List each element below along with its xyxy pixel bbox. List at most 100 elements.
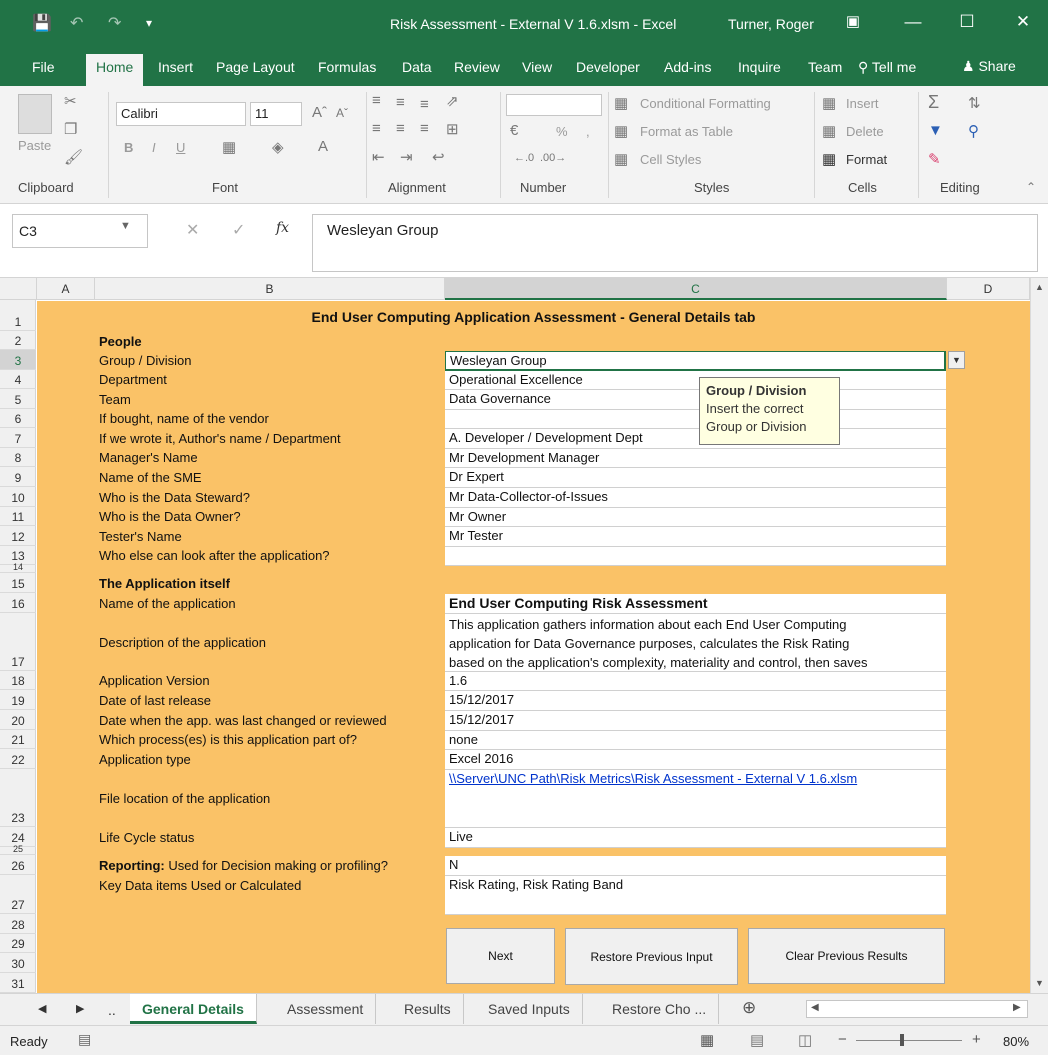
save-icon[interactable]: 💾 [32,13,52,33]
row-header[interactable]: 25 [0,845,36,855]
last-release-cell[interactable]: 15/12/2017 [445,691,946,711]
conditional-formatting-button[interactable]: Conditional Formatting [640,96,771,111]
row-header[interactable]: 22 [0,749,36,769]
underline-button[interactable]: U [176,140,185,155]
dropdown-arrow-icon[interactable]: ▼ [948,351,965,369]
row-header[interactable]: 15 [0,573,36,593]
tab-file[interactable]: File [32,59,55,75]
tab-add-ins[interactable]: Add-ins [664,59,711,75]
zoom-slider-thumb[interactable] [900,1034,904,1046]
backup-cell[interactable] [445,547,946,566]
row-header[interactable]: 4 [0,370,36,389]
format-painter-icon[interactable]: 🖌 [64,148,83,166]
find-select-icon[interactable]: ⚲ [968,122,979,140]
row-header[interactable]: 6 [0,409,36,428]
user-name[interactable]: Turner, Roger [728,16,814,32]
data-owner-cell[interactable]: Mr Owner [445,508,946,527]
group-division-cell[interactable]: Wesleyan Group [445,351,946,371]
zoom-out-icon[interactable]: − [838,1031,847,1048]
collapse-ribbon-icon[interactable]: ⌃ [1026,180,1036,194]
percent-button[interactable]: % [556,124,568,139]
bold-button[interactable]: B [124,140,133,155]
align-right-icon[interactable]: ≡ [420,120,429,137]
tab-restore-choice[interactable]: Restore Cho ... [600,994,720,1024]
cut-icon[interactable]: ✂ [64,92,77,110]
decrease-decimal-icon[interactable]: .00→ [540,152,566,164]
tab-general-details[interactable]: General Details [130,994,257,1024]
row-header[interactable]: 18 [0,671,36,690]
scroll-tabs-left-icon[interactable]: ◀ [38,1002,46,1015]
align-middle-icon[interactable]: ≡ [396,94,405,111]
select-all-corner[interactable] [0,278,37,300]
row-header[interactable]: 14 [0,563,36,573]
app-version-cell[interactable]: 1.6 [445,672,946,691]
insert-function-icon[interactable]: fx [276,220,289,236]
tab-developer[interactable]: Developer [576,59,640,75]
process-cell[interactable]: none [445,731,946,750]
formula-input[interactable]: Wesleyan Group [312,214,1038,272]
align-bottom-icon[interactable]: ≡ [420,96,429,113]
column-header-d[interactable]: D [947,278,1030,300]
tab-page-layout[interactable]: Page Layout [216,59,295,75]
row-header[interactable]: 12 [0,526,36,546]
currency-icon[interactable]: € [510,122,518,139]
next-button[interactable]: Next [446,928,555,984]
italic-button[interactable]: I [152,140,156,155]
tab-home[interactable]: Home [86,54,144,86]
row-header[interactable]: 17 [0,613,36,671]
paste-button[interactable]: Paste [18,138,51,153]
row-header[interactable]: 11 [0,507,36,526]
sort-filter-icon[interactable]: ⇅ [968,94,981,112]
merge-center-icon[interactable]: ⊞ [446,120,459,138]
column-header-a[interactable]: A [37,278,95,300]
row-header[interactable]: 7 [0,428,36,448]
tab-team[interactable]: Team [808,59,842,75]
number-format-select[interactable] [506,94,602,116]
row-header[interactable]: 23 [0,769,36,827]
row-header[interactable]: 10 [0,487,36,507]
align-left-icon[interactable]: ≡ [372,120,381,137]
app-type-cell[interactable]: Excel 2016 [445,750,946,770]
restore-previous-input-button[interactable]: Restore Previous Input [565,928,738,985]
tab-review[interactable]: Review [454,59,500,75]
column-header-c[interactable]: C [445,278,947,300]
align-top-icon[interactable]: ≡ [372,92,381,109]
manager-cell[interactable]: Mr Development Manager [445,449,946,468]
font-color-icon[interactable]: A [318,138,328,155]
format-cells-button[interactable]: Format [846,152,887,167]
redo-icon[interactable]: ↷ [108,13,121,33]
row-header[interactable]: 3 [0,350,36,370]
zoom-level[interactable]: 80% [1003,1034,1029,1049]
font-size-select[interactable]: 11 [250,102,302,126]
row-header[interactable]: 31 [0,973,36,993]
increase-decimal-icon[interactable]: ←.0 [514,152,534,164]
clear-previous-results-button[interactable]: Clear Previous Results [748,928,945,984]
tester-cell[interactable]: Mr Tester [445,527,946,547]
row-header[interactable]: 9 [0,467,36,487]
data-steward-cell[interactable]: Mr Data-Collector-of-Issues [445,488,946,508]
scroll-up-icon[interactable]: ▲ [1035,282,1044,292]
new-sheet-icon[interactable]: ⊕ [742,998,756,1018]
align-center-icon[interactable]: ≡ [396,120,405,137]
app-description-cell[interactable]: This application gathers information abo… [445,614,946,672]
tab-results[interactable]: Results [392,994,464,1024]
wrap-text-icon[interactable]: ↩ [432,148,445,166]
column-header-b[interactable]: B [95,278,445,300]
maximize-icon[interactable]: ☐ [952,12,982,32]
row-header[interactable]: 8 [0,448,36,467]
zoom-in-icon[interactable]: + [972,1031,981,1048]
fill-icon[interactable]: ▼ [928,122,943,139]
cell-styles-button[interactable]: Cell Styles [640,152,701,167]
customize-qat-icon[interactable]: ▾ [146,16,152,30]
row-header[interactable]: 2 [0,331,36,350]
scroll-down-icon[interactable]: ▼ [1035,978,1044,988]
tab-formulas[interactable]: Formulas [318,59,376,75]
increase-indent-icon[interactable]: ⇥ [400,148,413,166]
sme-cell[interactable]: Dr Expert [445,468,946,488]
more-tabs-left[interactable]: .. [108,1002,116,1018]
normal-view-icon[interactable]: ▦ [700,1031,714,1049]
scroll-tabs-right-icon[interactable]: ▶ [76,1002,84,1015]
team-cell[interactable]: Data Governance [445,390,946,410]
row-header[interactable]: 5 [0,389,36,409]
file-location-cell[interactable]: \\Server\UNC Path\Risk Metrics\Risk Asse… [445,770,946,828]
